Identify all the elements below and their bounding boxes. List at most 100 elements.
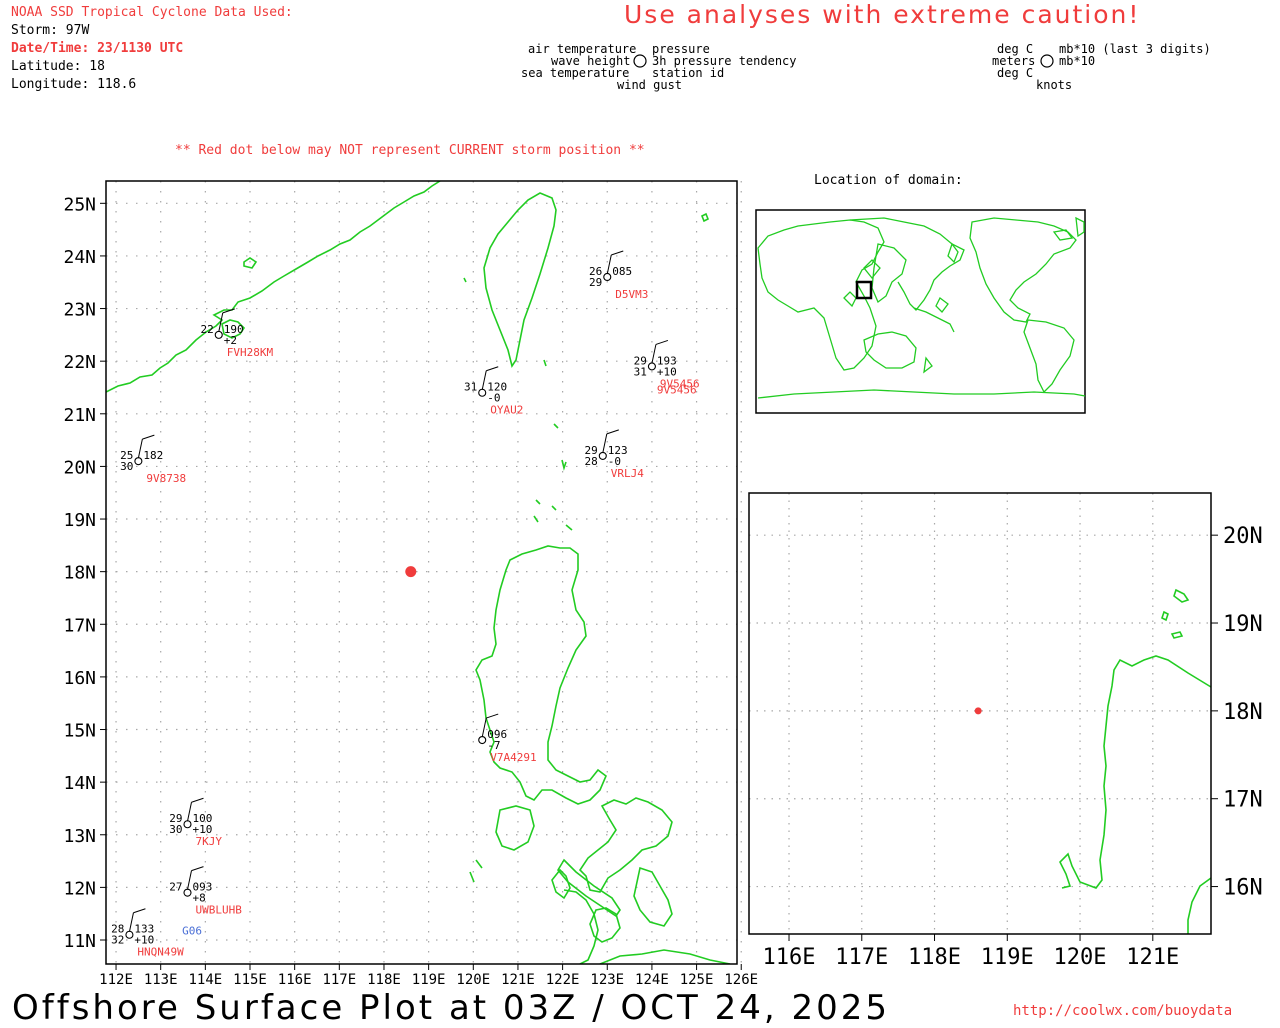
wind-barb-icon <box>481 717 487 738</box>
visayas-coastline <box>578 797 673 893</box>
lat-tick-label: 22N <box>63 352 96 373</box>
mindoro-coastline <box>495 805 535 851</box>
zoom-lat-tick-label: 18N <box>1223 700 1263 725</box>
lat-tick-label: 24N <box>63 247 96 268</box>
station-id-label: 9V5456 <box>657 383 697 396</box>
lon-tick-label: 122E <box>546 972 580 988</box>
inset-title: Location of domain: <box>814 173 963 188</box>
lon-tick-label: 126E <box>724 972 758 988</box>
wind-barb-icon <box>606 254 612 275</box>
station-sea-temp: 32 <box>111 934 124 947</box>
wind-barb-icon <box>481 370 487 390</box>
legend-unit-mb: mb*10 <box>1059 54 1096 68</box>
station-plot: 2928123-0VRLJ4 <box>585 429 644 480</box>
station-id-label: 7KJY <box>195 835 222 848</box>
legend-wind-gust: wind gust <box>617 78 683 92</box>
wind-barb-flag-icon <box>191 866 204 872</box>
zoom-lon-tick-label: 116E <box>763 945 816 970</box>
station-plot: 2930100+107KJY <box>169 797 222 848</box>
wind-barb-flag-icon <box>191 797 204 803</box>
lon-tick-label: 119E <box>412 972 446 988</box>
zoom-lat-tick-label: 17N <box>1223 788 1263 813</box>
station-sea-temp: 31 <box>634 365 647 378</box>
source-url-link[interactable]: http://coolwx.com/buoydata <box>1013 1003 1232 1019</box>
legend-unit-knots: knots <box>1036 78 1073 92</box>
station-id-label: OYAU2 <box>490 404 523 417</box>
mindanao-coastline <box>599 949 731 964</box>
wind-barb-icon <box>128 912 134 932</box>
wind-barb-icon <box>186 802 192 822</box>
station-plot: 2629085D5VM3 <box>589 250 648 301</box>
station-circle-icon <box>598 451 607 460</box>
station-plot: G06 <box>182 925 202 938</box>
wind-barb-icon <box>602 433 608 453</box>
lat-tick-label: 23N <box>63 300 96 321</box>
lat-tick-label: 21N <box>63 405 96 426</box>
station-air-temp: 27 <box>169 881 182 894</box>
zoom-lon-tick-label: 117E <box>835 945 888 970</box>
station-plot: 25301829V8738 <box>120 434 186 485</box>
source-label: NOAA SSD Tropical Cyclone Data Used: <box>11 5 293 20</box>
wind-barb-flag-icon <box>486 713 499 719</box>
station-air-temp: 22 <box>200 323 213 336</box>
zoom-map-coastlines <box>1059 588 1211 934</box>
station-pressure: 085 <box>612 265 632 278</box>
wind-barb-icon <box>137 439 143 459</box>
wind-barb-flag-icon <box>142 434 155 440</box>
wind-barb-flag-icon <box>611 250 624 256</box>
station-plot: 27 093+8UWBLUHB <box>169 866 242 917</box>
wind-barb-flag-icon <box>655 339 669 345</box>
station-id-label: D5VM3 <box>615 288 648 301</box>
station-id-label: VRLJ4 <box>611 467 644 480</box>
station-id-label: UWBLUHB <box>195 904 242 917</box>
zoom-lon-tick-label: 118E <box>908 945 961 970</box>
lon-tick-label: 124E <box>635 972 669 988</box>
lat-tick-label: 13N <box>63 826 96 847</box>
zoom-storm-position-dot <box>974 707 982 715</box>
lon-tick-label: 120E <box>456 972 490 988</box>
station-circle-icon <box>134 457 143 466</box>
taiwan-coastline <box>483 192 557 368</box>
legend-unit-circle-icon <box>1040 54 1054 68</box>
lat-tick-label: 14N <box>63 773 96 794</box>
lat-tick-label: 17N <box>63 615 96 636</box>
station-plots: 2629085D5VM322 190+2FVH28KM2931193+109V54… <box>111 250 700 959</box>
legend-sea-temperature: sea temperature <box>521 66 630 80</box>
lon-tick-label: 117E <box>322 972 356 988</box>
station-sea-temp: 28 <box>585 455 598 468</box>
station-sea-temp: 30 <box>169 823 182 836</box>
lon-tick-label: 114E <box>188 972 222 988</box>
station-circle-icon <box>183 820 192 829</box>
lat-tick-label: 16N <box>63 668 96 689</box>
main-map[interactable]: 25N 24N 23N 22N 21N 20N 19N 18N 17N 16N 15N 14N 13N 1… <box>0 170 760 990</box>
station-circle-icon <box>125 930 134 939</box>
lat-tick-label: 12N <box>63 878 96 899</box>
zoom-luzon-coastline <box>1059 655 1211 889</box>
station-id-label: V7A4291 <box>490 751 536 764</box>
wind-barb-flag-icon <box>486 366 499 372</box>
zoom-map-axis-labels: 20N 19N 18N 17N 16N 116E 117E 118E 119E 120E 121E <box>763 524 1263 970</box>
station-plot: 2832133+10HNQN49W <box>111 908 184 959</box>
lon-tick-label: 112E <box>99 972 133 988</box>
longitude-label: Longitude: 118.6 <box>11 77 137 92</box>
lat-tick-label: 25N <box>63 194 96 215</box>
wind-barb-flag-icon <box>133 908 146 914</box>
zoom-lat-tick-label: 16N <box>1223 876 1263 901</box>
zoom-lon-tick-label: 119E <box>981 945 1034 970</box>
storm-position-notice: ** Red dot below may NOT represent CURRE… <box>175 143 645 158</box>
lon-tick-label: 115E <box>233 972 267 988</box>
zoom-lon-tick-label: 120E <box>1054 945 1107 970</box>
main-map-axis-labels: 25N 24N 23N 22N 21N 20N 19N 18N 17N 16N 15N 14N 13N 1… <box>63 194 758 988</box>
world-locator-map <box>755 209 1086 414</box>
zoom-islet-2 <box>1161 610 1169 622</box>
station-circle-icon <box>214 330 223 339</box>
latitude-label: Latitude: 18 <box>11 59 105 74</box>
wind-barb-icon <box>651 344 657 364</box>
station-sea-temp: 29 <box>589 276 602 289</box>
zoom-map[interactable]: 20N 19N 18N 17N 16N 116E 117E 118E 119E 120E 121E <box>748 490 1278 970</box>
station-circle-icon <box>603 272 612 282</box>
lat-tick-label: 11N <box>63 931 96 952</box>
zoom-islet-3 <box>1170 631 1184 639</box>
zoom-lon-tick-label: 121E <box>1126 945 1179 970</box>
legend-unit-deg-c-sea: deg C <box>997 66 1034 80</box>
